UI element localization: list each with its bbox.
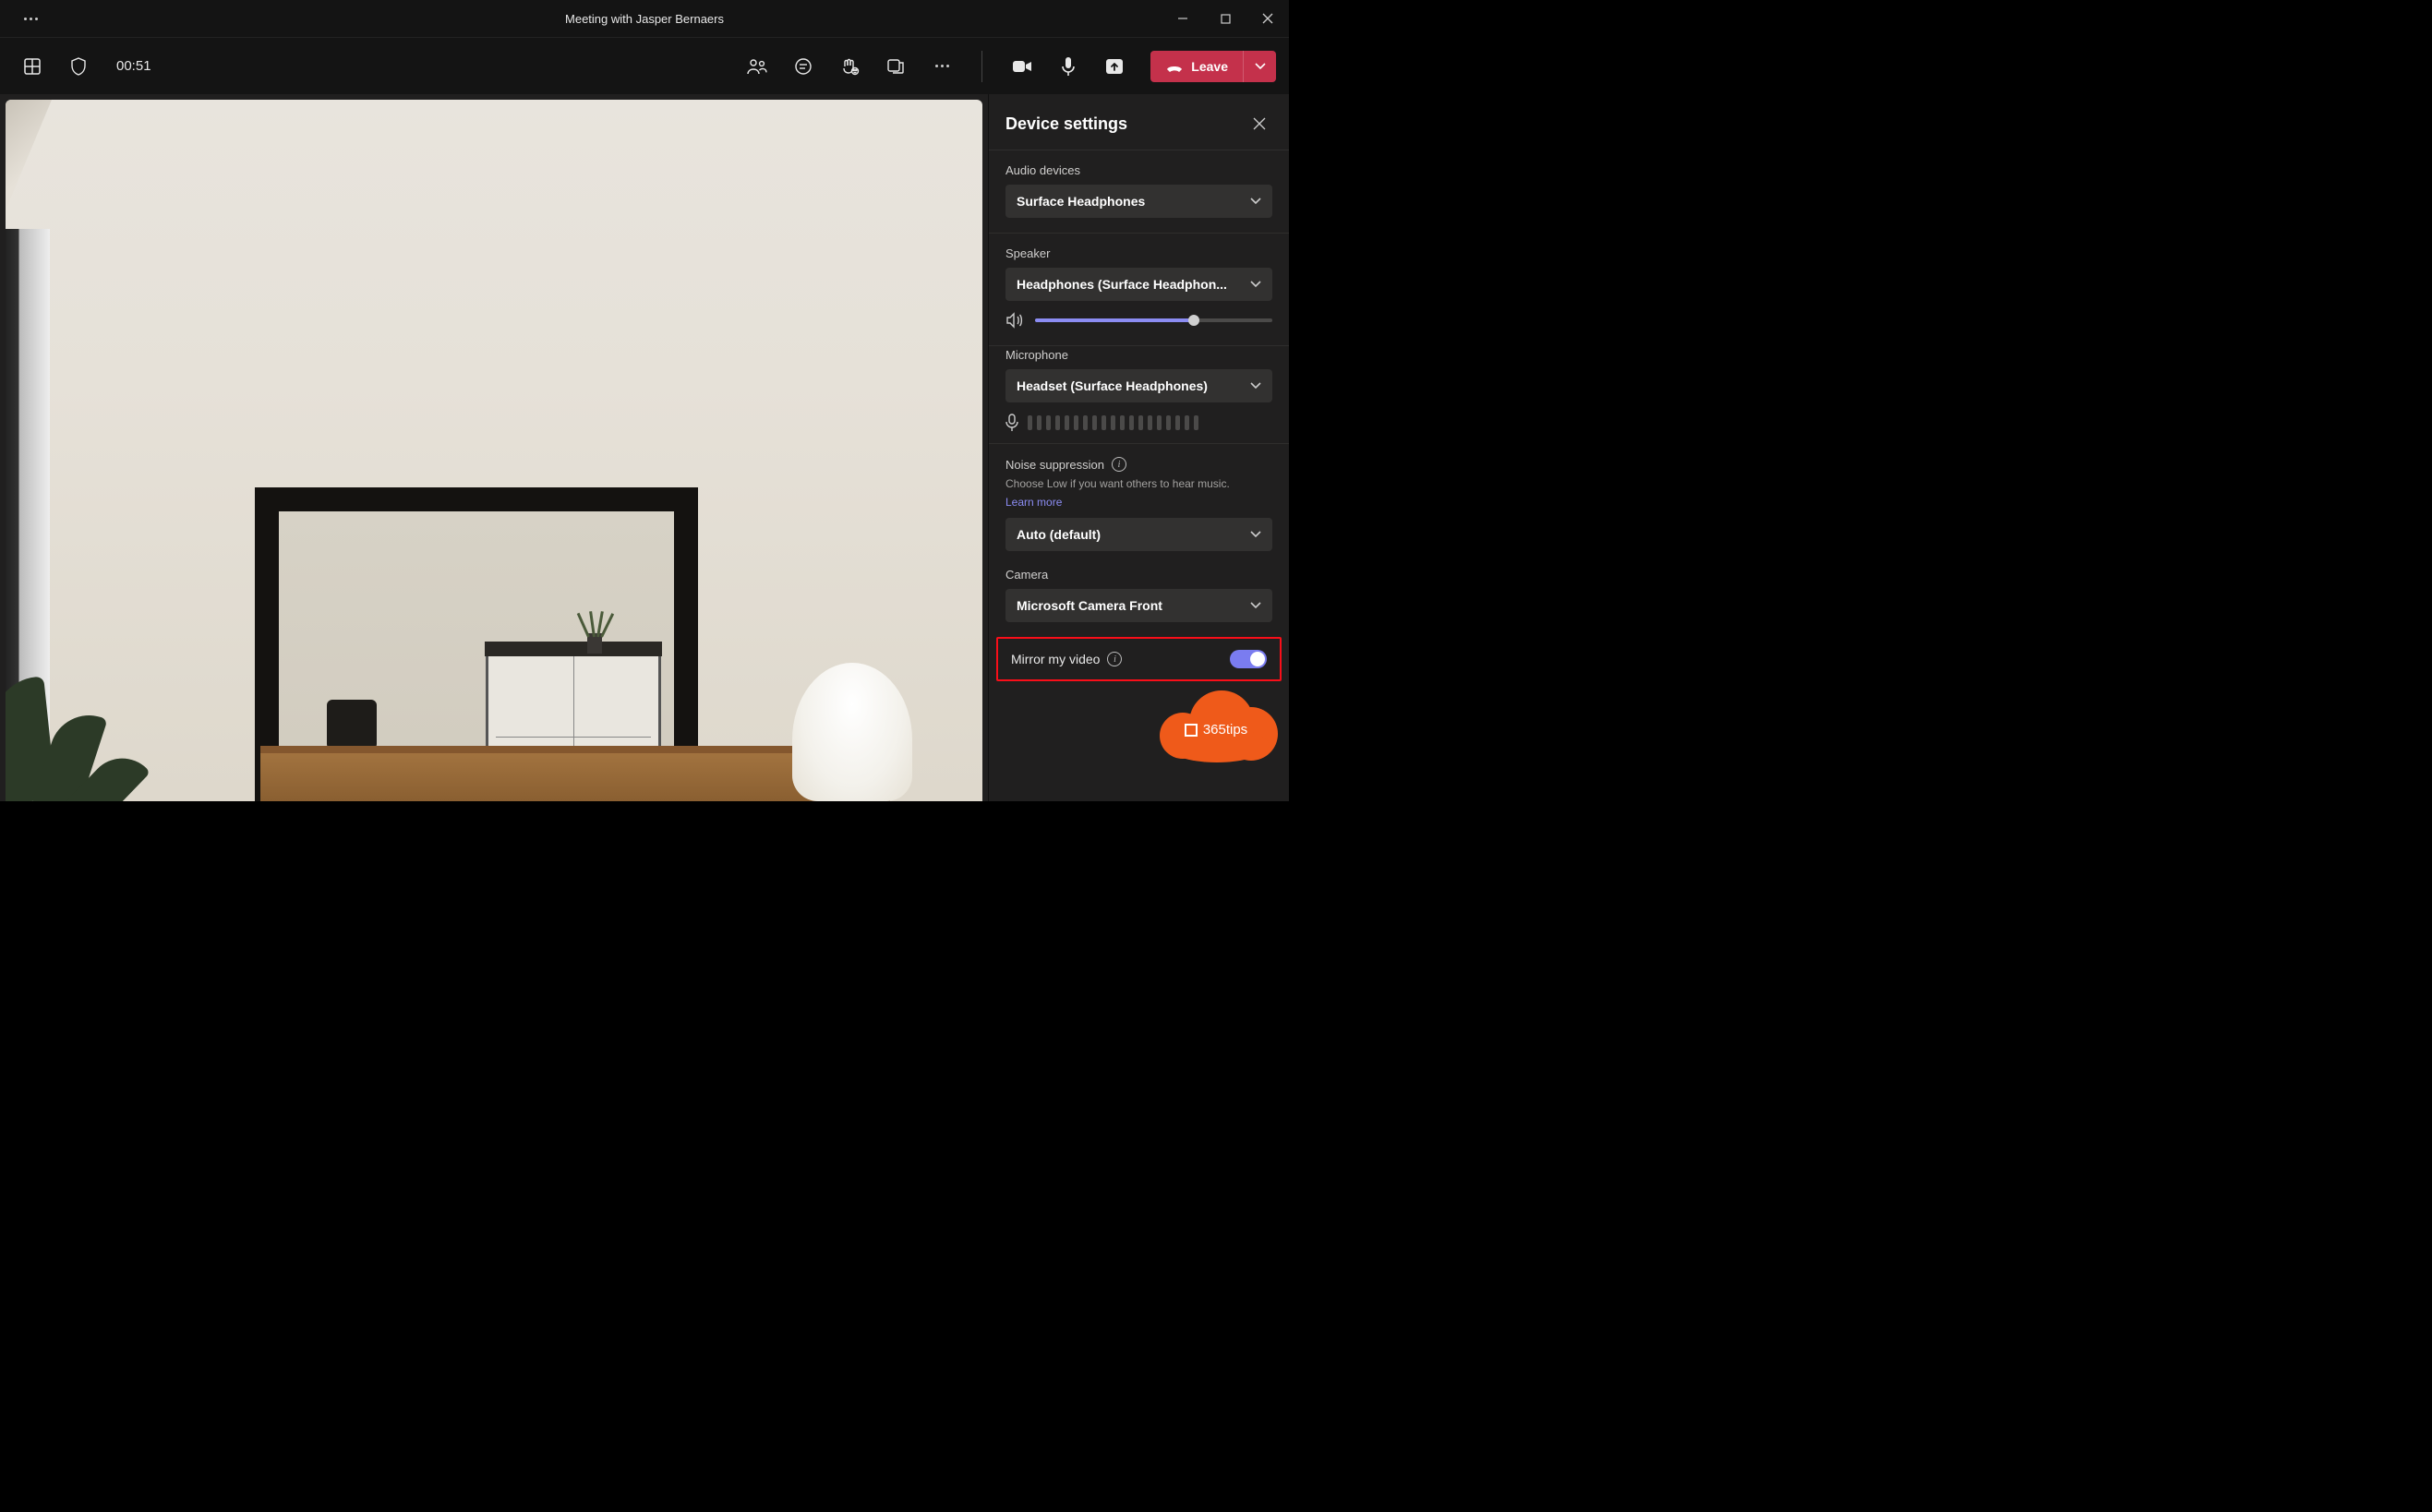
- camera-select[interactable]: Microsoft Camera Front: [1005, 589, 1272, 622]
- hangup-icon: [1165, 60, 1184, 73]
- microphone-select[interactable]: Headset (Surface Headphones): [1005, 369, 1272, 402]
- video-feed[interactable]: [6, 100, 982, 801]
- camera-label: Camera: [1005, 568, 1272, 582]
- ellipsis-icon: [935, 65, 949, 67]
- privacy-shield-button[interactable]: [59, 47, 98, 86]
- noise-suppression-section: Noise suppression i Choose Low if you wa…: [989, 443, 1289, 566]
- camera-toggle-button[interactable]: [1003, 47, 1041, 86]
- mic-toggle-button[interactable]: [1049, 47, 1088, 86]
- info-icon[interactable]: i: [1107, 652, 1122, 666]
- speaker-section: Speaker Headphones (Surface Headphon...: [989, 233, 1289, 345]
- speaker-label: Speaker: [1005, 246, 1272, 260]
- shield-icon: [70, 57, 87, 76]
- titlebar: Meeting with Jasper Bernaers: [0, 0, 1289, 37]
- chevron-down-icon: [1250, 198, 1261, 205]
- volume-icon: [1005, 312, 1024, 329]
- chat-icon: [794, 57, 813, 76]
- close-icon: [1262, 13, 1273, 24]
- maximize-icon: [1221, 14, 1231, 24]
- volume-slider[interactable]: [1035, 318, 1272, 322]
- window-title: Meeting with Jasper Bernaers: [565, 12, 724, 26]
- grid-icon: [23, 57, 42, 76]
- office-icon: [1185, 724, 1198, 737]
- toolbar-divider: [981, 51, 982, 82]
- info-icon[interactable]: i: [1112, 457, 1126, 472]
- participants-button[interactable]: [738, 47, 777, 86]
- close-panel-button[interactable]: [1246, 111, 1272, 137]
- close-window-button[interactable]: [1246, 0, 1289, 37]
- audio-devices-select[interactable]: Surface Headphones: [1005, 185, 1272, 218]
- chevron-down-icon: [1250, 382, 1261, 390]
- raise-hand-icon: [839, 57, 860, 76]
- microphone-icon: [1005, 414, 1018, 432]
- ellipsis-icon: [24, 18, 38, 20]
- audio-devices-label: Audio devices: [1005, 163, 1272, 177]
- reactions-button[interactable]: [830, 47, 869, 86]
- maximize-button[interactable]: [1204, 0, 1246, 37]
- mirror-label: Mirror my video: [1011, 652, 1100, 666]
- app-menu-button[interactable]: [18, 0, 43, 38]
- video-icon: [1012, 59, 1032, 74]
- noise-select[interactable]: Auto (default): [1005, 518, 1272, 551]
- camera-section: Camera Microsoft Camera Front: [989, 566, 1289, 631]
- minimize-button[interactable]: [1162, 0, 1204, 37]
- microphone-section: Microphone Headset (Surface Headphones): [989, 345, 1289, 443]
- learn-more-link[interactable]: Learn more: [1005, 496, 1062, 509]
- microphone-label: Microphone: [1005, 348, 1272, 362]
- leave-button-group: Leave: [1150, 51, 1276, 82]
- chevron-down-icon: [1255, 63, 1266, 70]
- speaker-select[interactable]: Headphones (Surface Headphon...: [1005, 268, 1272, 301]
- share-screen-icon: [1105, 58, 1124, 75]
- chat-button[interactable]: [784, 47, 823, 86]
- leave-dropdown-button[interactable]: [1243, 51, 1276, 82]
- chevron-down-icon: [1250, 602, 1261, 609]
- leave-button[interactable]: Leave: [1150, 51, 1243, 82]
- chevron-down-icon: [1250, 281, 1261, 288]
- audio-devices-section: Audio devices Surface Headphones: [989, 150, 1289, 233]
- share-button[interactable]: [1095, 47, 1134, 86]
- more-actions-button[interactable]: [922, 47, 961, 86]
- close-icon: [1253, 117, 1266, 130]
- rooms-button[interactable]: [876, 47, 915, 86]
- meeting-timer: 00:51: [116, 58, 151, 74]
- leave-label: Leave: [1191, 59, 1228, 74]
- watermark-badge: 365tips: [1154, 694, 1278, 764]
- noise-label: Noise suppression: [1005, 458, 1104, 472]
- noise-hint: Choose Low if you want others to hear mu…: [1005, 477, 1272, 490]
- panel-title: Device settings: [1005, 114, 1127, 134]
- microphone-icon: [1061, 56, 1076, 77]
- meeting-toolbar: 00:51: [0, 37, 1289, 94]
- breakout-rooms-icon: [886, 58, 905, 75]
- layout-button[interactable]: [13, 47, 52, 86]
- main-area: Device settings Audio devices Surface He…: [0, 94, 1289, 801]
- mirror-toggle[interactable]: [1230, 650, 1267, 668]
- minimize-icon: [1177, 13, 1188, 24]
- people-icon: [747, 57, 767, 76]
- mirror-my-video-row: Mirror my video i: [996, 637, 1282, 681]
- mic-level-meter: [1028, 415, 1198, 430]
- device-settings-panel: Device settings Audio devices Surface He…: [988, 94, 1289, 801]
- chevron-down-icon: [1250, 531, 1261, 538]
